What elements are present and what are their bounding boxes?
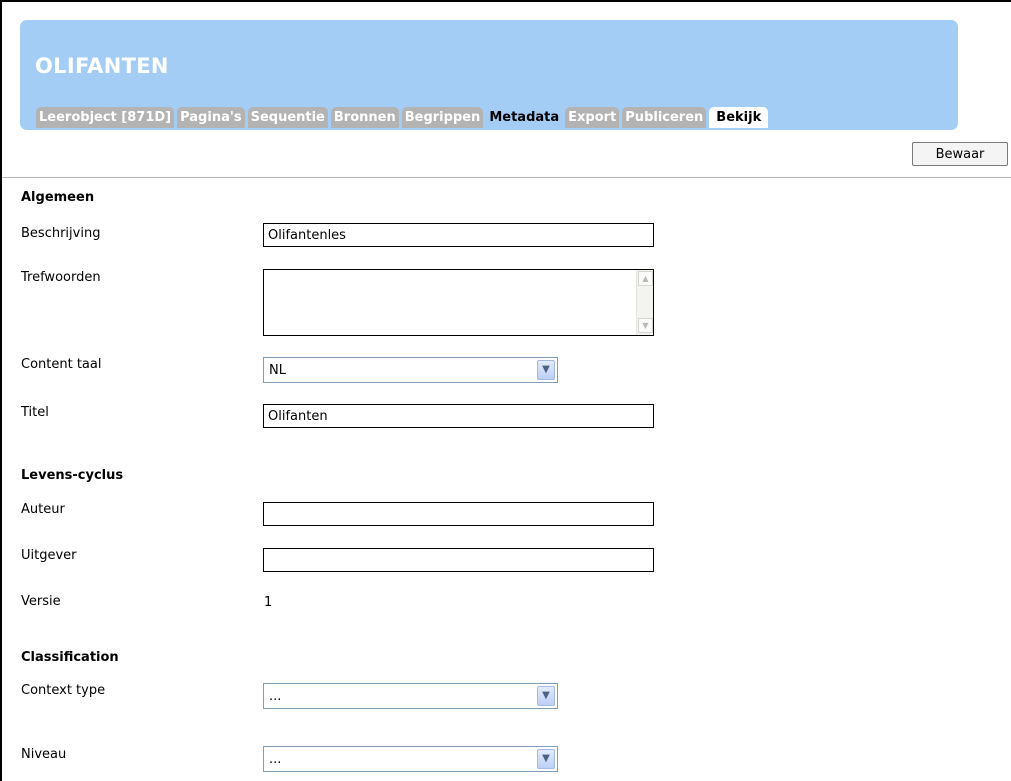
content-taal-value: NL [269, 363, 286, 378]
scroll-up-arrow-icon[interactable]: ▲ [638, 271, 653, 286]
trefwoorden-textarea[interactable]: ▲ ▼ [263, 269, 654, 336]
page-title: OLIFANTEN [35, 54, 169, 78]
tab-publiceren[interactable]: Publiceren [622, 107, 707, 128]
tab-sequentie[interactable]: Sequentie [247, 107, 328, 128]
tab-leerobject[interactable]: Leerobject [871D] [36, 107, 175, 128]
auteur-input[interactable] [263, 502, 654, 526]
divider [2, 177, 1011, 178]
versie-value: 1 [264, 595, 273, 610]
chevron-down-icon[interactable]: ▼ [537, 686, 555, 706]
tab-metadata[interactable]: Metadata [486, 107, 563, 128]
section-heading-classification: Classification [21, 650, 119, 665]
content-taal-label: Content taal [21, 357, 102, 372]
auteur-label: Auteur [21, 502, 65, 517]
tab-bronnen[interactable]: Bronnen [330, 107, 399, 128]
textarea-scrollbar[interactable]: ▲ ▼ [636, 270, 653, 335]
beschrijving-label: Beschrijving [21, 226, 101, 241]
trefwoorden-label: Trefwoorden [21, 270, 101, 285]
tab-begrippen[interactable]: Begrippen [401, 107, 484, 128]
context-type-label: Context type [21, 683, 106, 698]
niveau-select[interactable]: ... ▼ [263, 746, 558, 772]
chevron-down-icon[interactable]: ▼ [537, 360, 555, 380]
context-type-select[interactable]: ... ▼ [263, 683, 558, 709]
scroll-down-arrow-icon[interactable]: ▼ [638, 318, 653, 333]
tab-paginas[interactable]: Pagina's [177, 107, 245, 128]
chevron-down-icon[interactable]: ▼ [537, 749, 555, 769]
content-taal-select[interactable]: NL ▼ [263, 357, 558, 383]
uitgever-label: Uitgever [21, 548, 77, 563]
save-button[interactable]: Bewaar [912, 142, 1008, 166]
titel-input[interactable] [263, 404, 654, 428]
uitgever-input[interactable] [263, 548, 654, 572]
tab-bar: Leerobject [871D] Pagina's Sequentie Bro… [36, 107, 769, 128]
context-type-value: ... [269, 689, 282, 704]
section-heading-algemeen: Algemeen [21, 190, 95, 205]
versie-label: Versie [21, 594, 61, 609]
beschrijving-input[interactable] [263, 223, 654, 247]
tab-export[interactable]: Export [565, 107, 620, 128]
header-banner: OLIFANTEN Leerobject [871D] Pagina's Seq… [20, 20, 958, 130]
titel-label: Titel [21, 405, 49, 420]
niveau-value: ... [269, 752, 282, 767]
section-heading-levens-cyclus: Levens-cyclus [21, 468, 124, 483]
tab-bekijk[interactable]: Bekijk [709, 107, 769, 128]
niveau-label: Niveau [21, 747, 67, 762]
